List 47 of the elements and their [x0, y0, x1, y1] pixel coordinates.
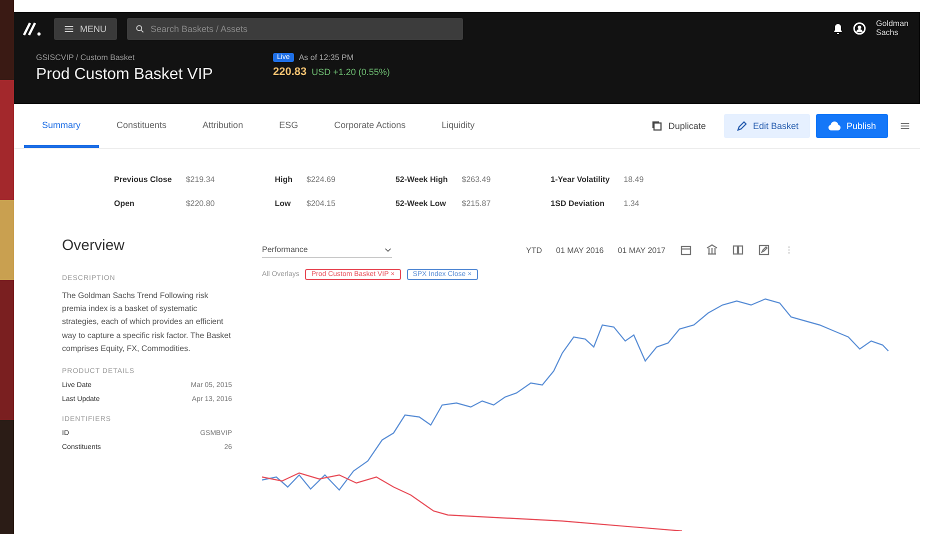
- menu-icon: [64, 24, 74, 34]
- user-name[interactable]: Goldman Sachs: [876, 20, 912, 38]
- period-selector[interactable]: YTD: [526, 246, 542, 254]
- stat-label: High: [274, 175, 293, 186]
- metric-dropdown[interactable]: Performance: [262, 242, 392, 258]
- stat-value: $204.15: [306, 199, 336, 210]
- action-button[interactable]: Edit Basket: [724, 114, 810, 138]
- copy-icon: [651, 120, 664, 132]
- tab[interactable]: Corporate Actions: [316, 104, 424, 148]
- price: 220.83: [272, 66, 307, 78]
- end-date[interactable]: 01 MAY 2017: [618, 246, 666, 254]
- basket-title: Prod Custom Basket VIP: [36, 66, 213, 84]
- menu-button[interactable]: MENU: [54, 18, 116, 40]
- stat-label: Low: [274, 199, 292, 210]
- stat-label: Open: [114, 199, 136, 210]
- stat-value: $219.34: [186, 175, 215, 186]
- stat-label: 1SD Deviation: [550, 199, 606, 210]
- tab[interactable]: Summary: [24, 104, 99, 148]
- as-of-time: As of 12:35 PM: [298, 53, 354, 62]
- price-change: USD +1.20 (0.55%): [312, 67, 390, 77]
- stat-label: 1-Year Volatility: [550, 175, 610, 186]
- pencil-icon: [736, 120, 748, 132]
- stat-value: $215.87: [462, 199, 491, 210]
- tab[interactable]: Constituents: [98, 104, 185, 148]
- stat-value: $220.80: [186, 199, 215, 210]
- stat-value: $224.69: [306, 175, 336, 186]
- caret-icon: [384, 246, 392, 254]
- tab[interactable]: Liquidity: [424, 104, 493, 148]
- search-icon: [134, 24, 144, 34]
- stat-label: 52-Week Low: [395, 199, 447, 210]
- publish-button[interactable]: Publish: [816, 114, 888, 138]
- action-button[interactable]: Duplicate: [639, 114, 718, 138]
- stat-value: 18.49: [624, 175, 644, 186]
- tab[interactable]: Attribution: [184, 104, 262, 148]
- search-field[interactable]: Search Baskets / Assets: [126, 18, 462, 40]
- section-title: Overview: [62, 237, 126, 254]
- start-date[interactable]: 01 MAY 2016: [556, 246, 604, 254]
- user-icon[interactable]: [853, 22, 866, 35]
- description-text: The Goldman Sachs Trend Following risk premia index is a basket of systematic strategies, each of which provides an efficient way to capture a specific risk factor. The Basket comprises Equity, FX, Commodities.: [62, 290, 232, 355]
- tab[interactable]: ESG: [261, 104, 316, 148]
- breadcrumb[interactable]: GSISCVIP / Custom Basket: [36, 53, 213, 62]
- cloud-icon: [828, 120, 842, 132]
- stat-value: $263.49: [462, 175, 491, 186]
- stat-label: 52-Week High: [395, 175, 448, 186]
- bell-icon[interactable]: [833, 22, 843, 34]
- stat-label: Previous Close: [114, 175, 172, 186]
- stat-value: 1.34: [624, 199, 640, 210]
